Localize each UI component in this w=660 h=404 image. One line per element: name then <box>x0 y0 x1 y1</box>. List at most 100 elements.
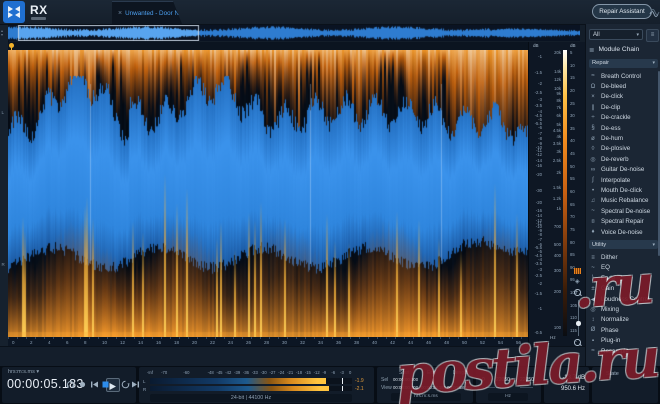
meter-scale-label: -45 <box>216 370 223 375</box>
module-item-plug-in[interactable]: ▪ Plug-in <box>589 336 658 346</box>
time-tick-label: 14 <box>138 339 144 345</box>
freq-label: 700 <box>553 224 561 230</box>
module-item-de-crackle[interactable]: ÷ De-crackle <box>589 113 658 123</box>
time-tick-label: 54 <box>498 339 504 345</box>
freq-label: 2k <box>556 169 561 175</box>
meter-scale-label: -6 <box>331 370 336 375</box>
channel-label-right[interactable]: R <box>2 262 5 267</box>
play-button[interactable] <box>108 382 117 391</box>
time-tick-label: 18 <box>174 339 180 345</box>
file-overview-waveform[interactable] <box>8 25 580 41</box>
amp-label: -14 <box>535 212 542 218</box>
module-item-fade[interactable]: \ Fade <box>589 273 658 283</box>
headphones-icon[interactable] <box>66 380 75 389</box>
overview-resize-icon[interactable]: ▴ ▾ <box>1 29 3 37</box>
section-header-repair[interactable]: Repair ▾ <box>589 58 658 68</box>
repair-assistant-button[interactable]: Repair Assistant <box>592 4 652 19</box>
module-item-de-click[interactable]: × De-click <box>589 92 658 102</box>
time-tick-label: 16 <box>156 339 162 345</box>
de-bleed-icon: Ω <box>590 83 596 90</box>
legend-label: 45 <box>570 151 575 157</box>
amp-label: -7 <box>538 236 542 242</box>
section-header-utility[interactable]: Utility ▾ <box>589 239 658 250</box>
phase-icon: Ø <box>590 327 596 334</box>
file-tab[interactable]: × Unwanted - Door Number Two.wav <box>112 1 182 24</box>
legend-zoom-slider-knob[interactable] <box>576 321 581 326</box>
selection-unit-label[interactable]: hrs:m:s.ms <box>391 393 461 401</box>
module-item-spectral-repair[interactable]: ¤ Spectral Repair <box>589 217 658 227</box>
legend-label: 25 <box>570 100 575 106</box>
channel-label-left[interactable]: L <box>2 110 5 115</box>
module-chain-label: Module Chain <box>598 46 640 53</box>
amp-label: -1.5 <box>534 291 542 297</box>
time-tick-label: 4 <box>48 339 51 345</box>
time-tick-label: 44 <box>408 339 414 345</box>
spectrogram-color-legend[interactable] <box>563 50 567 336</box>
tab-close-icon[interactable]: × <box>118 10 122 17</box>
izotope-logo-icon <box>3 1 25 23</box>
legend-zoom-out-icon[interactable]: - <box>574 339 581 346</box>
module-item-de-ess[interactable]: § De-ess <box>589 123 658 133</box>
spectrogram-mode-icon[interactable] <box>574 268 581 274</box>
module-item-de-clip[interactable]: ∥ De-clip <box>589 102 658 112</box>
module-item-de-reverb[interactable]: ◎ De-reverb <box>589 154 658 164</box>
legend-zoom-slider[interactable] <box>578 300 579 336</box>
de-hum-icon: ø <box>591 135 595 142</box>
legend-settings-icon[interactable]: ◈ <box>575 278 580 285</box>
chevron-down-icon: ▾ <box>652 60 655 67</box>
module-item-de-bleed[interactable]: Ω De-bleed <box>589 81 658 91</box>
module-item-phase[interactable]: Ø Phase <box>589 325 658 335</box>
module-filter-select[interactable]: All ▾ <box>589 29 643 40</box>
meter-scale-label: -21 <box>287 370 294 375</box>
module-item-label: De-hum <box>601 135 624 143</box>
module-item-resample[interactable]: ≈ Resample <box>589 346 658 356</box>
module-item-de-plosive[interactable]: ◊ De-plosive <box>589 144 658 154</box>
module-item-label: Phase <box>601 326 619 334</box>
module-item-label: Breath Control <box>601 72 641 80</box>
module-menu-button[interactable]: ≡ <box>646 29 659 42</box>
de-ess-icon: § <box>591 125 595 132</box>
normalize-icon: ↕ <box>591 316 595 323</box>
legend-label: 15 <box>570 75 575 81</box>
meter-scale-label: -18 <box>295 370 303 375</box>
module-item-eq[interactable]: ~ EQ <box>589 263 658 273</box>
meters-panel[interactable]: -Inf -70 -60 -48 -45 -42 -39 -36 -33 -30 -27 -24 -21… <box>139 367 374 403</box>
meter-scale-label: -3 <box>340 370 344 375</box>
module-item-loudness-control[interactable]: ◀ Loudness Control <box>589 294 658 304</box>
time-tick-label: 28 <box>264 339 270 345</box>
resample-icon: ≈ <box>591 348 595 355</box>
amp-label: -3 <box>538 266 542 272</box>
freq-label: 3k <box>556 148 561 154</box>
freq-label: 8k <box>556 97 561 103</box>
time-ruler[interactable]: 0 2 4 6 8 10 12 14 16 18 20 22 24 26 28 30 32 34 36 38 40 42 4… <box>8 337 528 346</box>
loudness-control-icon: ◀ <box>590 296 596 303</box>
module-item-mouth-de-click[interactable]: • Mouth De-click <box>589 185 658 195</box>
module-item-mixing[interactable]: ◎ Mixing <box>589 304 658 314</box>
module-chain-item[interactable]: ≣ Module Chain <box>589 44 658 55</box>
module-item-spectral-de-noise[interactable]: ~ Spectral De-noise <box>589 206 658 216</box>
frequency-unit-label[interactable]: Hz <box>488 393 528 401</box>
record-button[interactable] <box>78 380 87 389</box>
meter-bar-left[interactable] <box>150 378 352 384</box>
legend-zoom-in-icon[interactable]: + <box>574 289 581 296</box>
spectrogram-display[interactable] <box>8 50 528 337</box>
go-to-start-button[interactable] <box>90 380 99 389</box>
meter-bar-right[interactable] <box>150 385 352 391</box>
module-item-music-rebalance[interactable]: ♫ Music Rebalance <box>589 196 658 206</box>
freq-label: 6k <box>556 112 561 118</box>
module-item-gain[interactable]: ± Gain <box>589 284 658 294</box>
time-tick-label: 38 <box>354 339 360 345</box>
module-item-dither[interactable]: ≡ Dither <box>589 252 658 262</box>
state-label[interactable]: State <box>606 371 619 377</box>
module-item-interpolate[interactable]: ∫ Interpolate <box>589 175 658 185</box>
module-item-breath-control[interactable]: ≈ Breath Control <box>589 71 658 81</box>
module-item-voice-de-noise[interactable]: ♦ Voice De-noise <box>589 227 658 237</box>
freq-label: 4.5k <box>552 127 561 133</box>
time-format-label[interactable]: hrs:m:s.ms ▾ <box>8 369 39 375</box>
tab-title: Unwanted - Door Number Two.wav <box>125 9 223 17</box>
module-item-guitar-de-noise[interactable]: ∞ Guitar De-noise <box>589 165 658 175</box>
time-tick-label: 48 <box>444 339 450 345</box>
module-item-normalize[interactable]: ↕ Normalize <box>589 315 658 325</box>
module-item-de-hum[interactable]: ø De-hum <box>589 133 658 143</box>
loop-button[interactable] <box>121 380 130 389</box>
